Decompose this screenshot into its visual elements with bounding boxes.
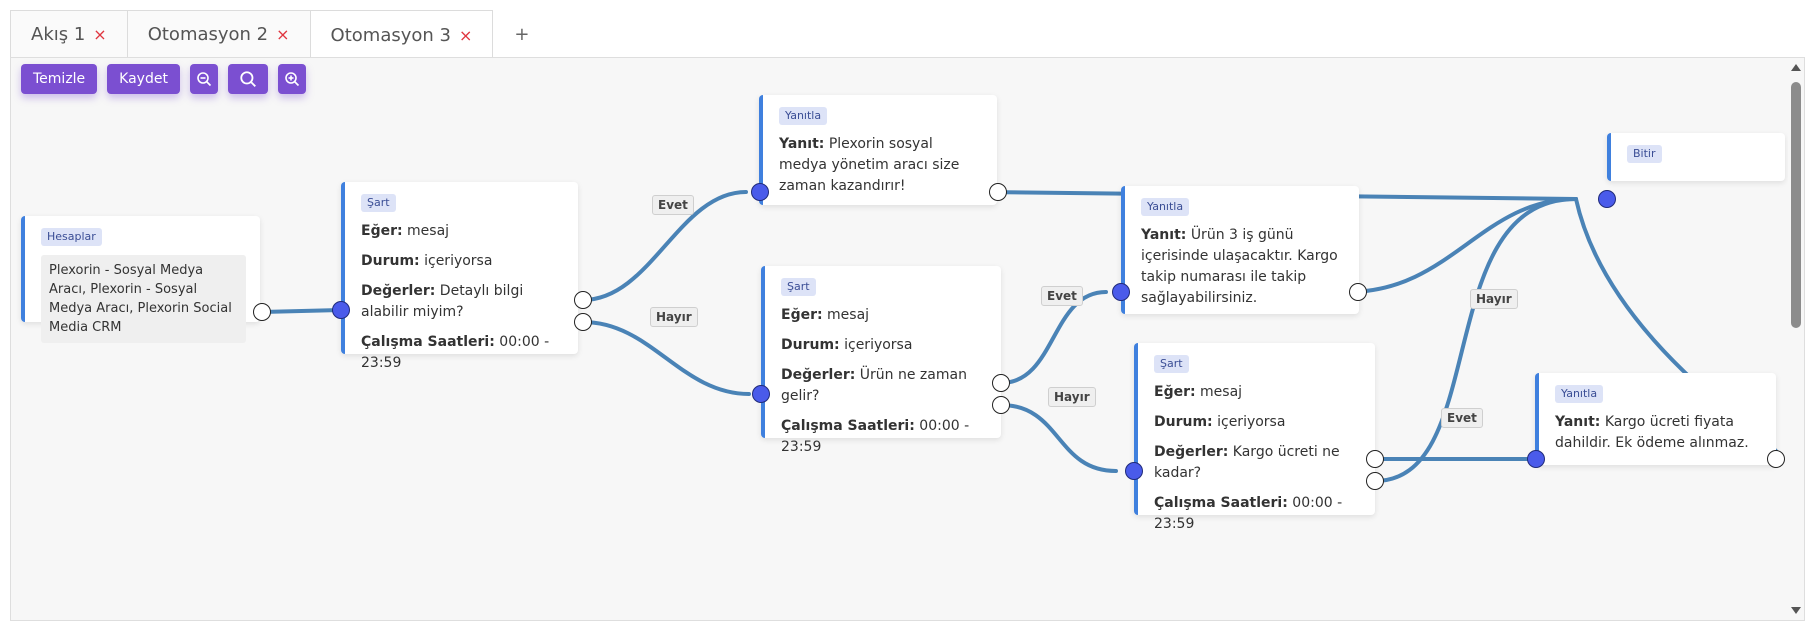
accounts-list: Plexorin - Sosyal Medya Aracı, Plexorin …: [41, 255, 246, 343]
end-node[interactable]: Bitir: [1607, 133, 1785, 181]
accounts-node[interactable]: Hesaplar Plexorin - Sosyal Medya Aracı, …: [21, 216, 260, 343]
condition-values: Değerler: Kargo ücreti ne kadar?: [1154, 444, 1340, 481]
close-icon[interactable]: ×: [276, 25, 289, 44]
node-title: Yanıtla: [779, 107, 828, 125]
condition-status: Durum: içeriyorsa: [781, 337, 913, 353]
reply2-output-port[interactable]: [1349, 283, 1367, 301]
cond3-yes-port[interactable]: [1366, 450, 1384, 468]
condition-values: Değerler: Detaylı bilgi alabilir miyim?: [361, 283, 524, 320]
end-input-port[interactable]: [1598, 190, 1616, 208]
zoom-out-button[interactable]: [189, 64, 218, 94]
wire-reply2-end: [1346, 197, 1578, 294]
condition-if: Eğer: mesaj: [781, 307, 870, 323]
close-icon[interactable]: ×: [459, 26, 472, 45]
scrollbar-thumb[interactable]: [1791, 82, 1801, 328]
condition-hours: Çalışma Saatleri: 00:00 - 23:59: [361, 334, 550, 371]
cond1-input-port[interactable]: [332, 301, 350, 319]
condition-node-2[interactable]: Şart Eğer: mesaj Durum: içeriyorsa Değer…: [761, 266, 1001, 455]
cond1-yes-port[interactable]: [574, 291, 592, 309]
cond2-yes-port[interactable]: [992, 374, 1010, 392]
scroll-down-icon[interactable]: [1791, 607, 1801, 614]
condition-if: Eğer: mesaj: [361, 223, 450, 239]
vertical-scrollbar[interactable]: [1788, 58, 1804, 620]
condition-hours: Çalışma Saatleri: 00:00 - 23:59: [781, 418, 970, 455]
accounts-output-port[interactable]: [253, 303, 271, 321]
tab-bar: Akış 1 × Otomasyon 2 × Otomasyon 3 × +: [10, 10, 551, 59]
tab-label: Otomasyon 3: [330, 24, 451, 46]
close-icon[interactable]: ×: [93, 25, 106, 44]
node-title: Şart: [361, 194, 396, 212]
node-title: Yanıtla: [1141, 198, 1190, 216]
reply-text: Yanıt: Kargo ücreti fiyata dahildir. Ek …: [1555, 414, 1749, 451]
condition-node-3[interactable]: Şart Eğer: mesaj Durum: içeriyorsa Değer…: [1134, 343, 1375, 532]
reply3-input-port[interactable]: [1527, 450, 1545, 468]
cond2-input-port[interactable]: [752, 385, 770, 403]
scroll-up-icon[interactable]: [1791, 64, 1801, 71]
zoom-reset-button[interactable]: [227, 64, 268, 94]
cond1-no-port[interactable]: [574, 313, 592, 331]
wire-accounts-cond1: [260, 308, 343, 314]
zoom-out-icon: [197, 72, 212, 87]
edge-label-yes: Evet: [652, 195, 694, 215]
zoom-in-icon: [285, 72, 300, 87]
tab-label: Otomasyon 2: [147, 24, 269, 45]
tab-label: Akış 1: [31, 24, 86, 45]
reply-node-1[interactable]: Yanıtla Yanıt: Plexorin sosyal medya yön…: [759, 95, 997, 205]
reply3-output-port[interactable]: [1767, 450, 1785, 468]
edge-label-no: Hayır: [650, 307, 698, 327]
condition-hours: Çalışma Saatleri: 00:00 - 23:59: [1154, 495, 1343, 532]
zoom-in-button[interactable]: [277, 64, 306, 94]
node-title: Bitir: [1627, 145, 1662, 163]
condition-node-1[interactable]: Şart Eğer: mesaj Durum: içeriyorsa Değer…: [341, 182, 578, 371]
edge-label-no: Hayır: [1470, 289, 1518, 309]
reply1-output-port[interactable]: [989, 183, 1007, 201]
canvas-toolbar: Temizle Kaydet: [21, 64, 306, 94]
tab-otomasyon-2[interactable]: Otomasyon 2 ×: [126, 10, 311, 58]
flow-canvas[interactable]: Temizle Kaydet Evet Hayır Evet Hayır Eve…: [10, 57, 1805, 621]
search-icon: [240, 71, 256, 87]
reply2-input-port[interactable]: [1112, 283, 1130, 301]
cond3-no-port[interactable]: [1366, 472, 1384, 490]
wire-cond2-no-cond3: [999, 403, 1118, 473]
edge-label-yes: Evet: [1441, 408, 1483, 428]
reply-node-3[interactable]: Yanıtla Yanıt: Kargo ücreti fiyata dahil…: [1535, 373, 1776, 465]
node-title: Şart: [781, 278, 816, 296]
condition-if: Eğer: mesaj: [1154, 384, 1243, 400]
save-button[interactable]: Kaydet: [107, 64, 180, 94]
tab-akis-1[interactable]: Akış 1 ×: [10, 10, 128, 58]
reply-text: Yanıt: Plexorin sosyal medya yönetim ara…: [779, 136, 960, 194]
edge-label-no: Hayır: [1048, 387, 1096, 407]
edge-label-yes: Evet: [1041, 286, 1083, 306]
wire-cond1-no-cond2: [581, 320, 751, 396]
reply-text: Yanıt: Ürün 3 iş günü içerisinde ulaşaca…: [1141, 227, 1338, 306]
condition-values: Değerler: Ürün ne zaman gelir?: [781, 367, 967, 404]
reply1-input-port[interactable]: [751, 183, 769, 201]
node-title: Hesaplar: [41, 228, 102, 246]
condition-status: Durum: içeriyorsa: [1154, 414, 1286, 430]
tab-otomasyon-3[interactable]: Otomasyon 3 ×: [309, 10, 494, 59]
condition-status: Durum: içeriyorsa: [361, 253, 493, 269]
reply-node-2[interactable]: Yanıtla Yanıt: Ürün 3 iş günü içerisinde…: [1121, 186, 1359, 314]
cond3-input-port[interactable]: [1125, 462, 1143, 480]
clear-button[interactable]: Temizle: [21, 64, 98, 94]
cond2-no-port[interactable]: [992, 396, 1010, 414]
add-tab-button[interactable]: +: [492, 10, 551, 58]
node-title: Şart: [1154, 355, 1189, 373]
node-title: Yanıtla: [1555, 385, 1604, 403]
